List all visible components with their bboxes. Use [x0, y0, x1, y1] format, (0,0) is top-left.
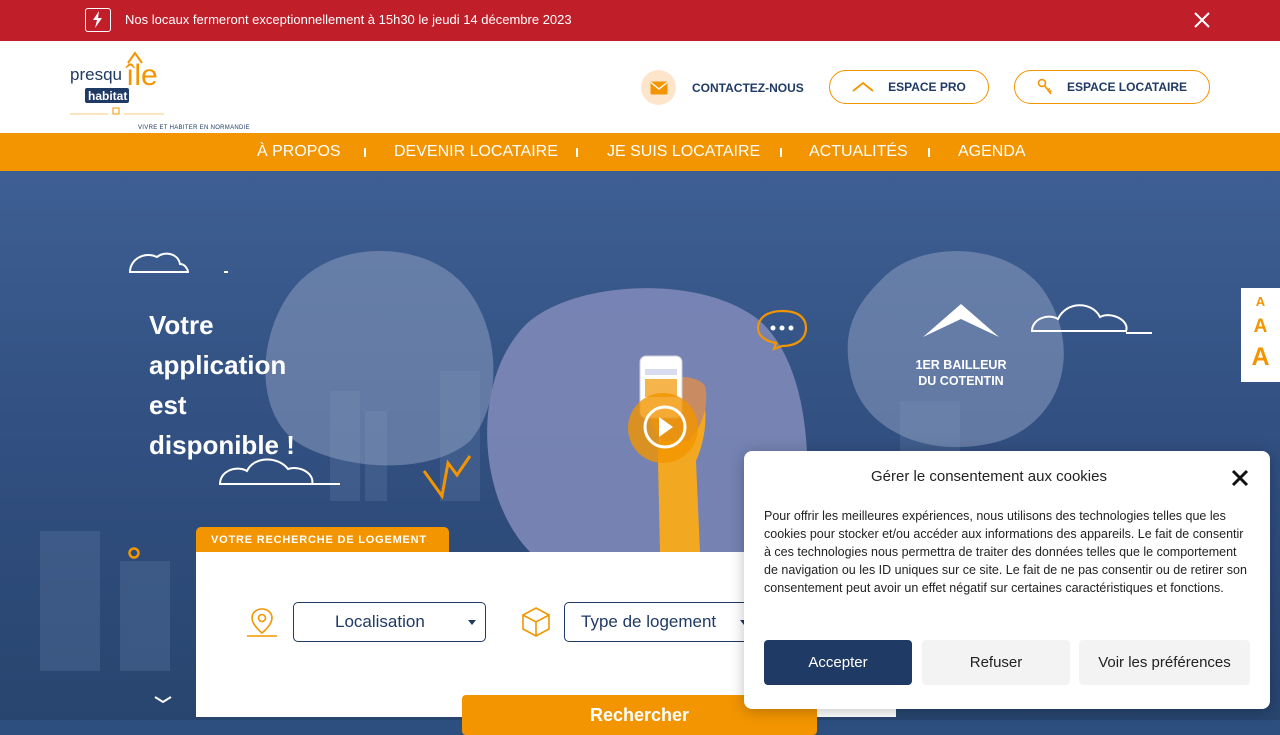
- preferences-button[interactable]: Voir les préférences: [1079, 640, 1250, 685]
- key-icon: [1037, 78, 1052, 95]
- envelope-icon: [641, 70, 676, 105]
- site-header: presqu île habitat VIVRE ET HABITER EN N…: [0, 41, 1280, 133]
- espace-locataire-button[interactable]: ESPACE LOCATAIRE: [1014, 70, 1210, 104]
- hero-title-line: application: [149, 350, 287, 380]
- nav-separator: [780, 148, 782, 157]
- hero-title-line: Votre: [149, 310, 214, 340]
- nav-separator: [364, 148, 366, 157]
- text-size-widget: A A A: [1241, 288, 1280, 382]
- location-value: Localisation: [335, 612, 425, 631]
- alert-text: Nos locaux fermeront exceptionnellement …: [125, 12, 572, 27]
- badge-line2: DU COTENTIN: [918, 374, 1003, 388]
- housing-type-value: Type de logement: [581, 612, 717, 631]
- refuse-button[interactable]: Refuser: [922, 640, 1070, 685]
- badge-line1: 1ER BAILLEUR: [916, 358, 1007, 372]
- nav-item-je-suis-locataire[interactable]: JE SUIS LOCATAIRE: [607, 143, 760, 161]
- cube-icon: [522, 607, 550, 637]
- text-size-small-button[interactable]: A: [1241, 294, 1280, 309]
- cookie-body: Pour offrir les meilleures expériences, …: [764, 509, 1247, 595]
- logo-tagline: VIVRE ET HABITER EN NORMANDIE: [138, 125, 250, 131]
- nav-separator: [928, 148, 930, 157]
- search-submit-label: Rechercher: [589, 705, 690, 725]
- chevron-down-icon: [468, 620, 476, 625]
- site-logo[interactable]: presqu île habitat VIVRE ET HABITER EN N…: [68, 49, 250, 131]
- svg-text:presqu: presqu: [70, 65, 122, 84]
- hero-title: Votre application est disponible !: [149, 305, 329, 465]
- close-icon[interactable]: [1231, 469, 1249, 487]
- map-pin-icon: [247, 608, 277, 637]
- alert-bar: Nos locaux fermeront exceptionnellement …: [0, 0, 1280, 41]
- location-select[interactable]: Localisation: [293, 602, 486, 642]
- contact-label: CONTACTEZ-NOUS: [692, 80, 804, 95]
- close-icon[interactable]: [1192, 10, 1212, 30]
- nav-item-a-propos[interactable]: À PROPOS: [257, 143, 341, 161]
- nav-item-agenda[interactable]: AGENDA: [958, 143, 1026, 161]
- text-size-medium-button[interactable]: A: [1241, 316, 1280, 338]
- espace-pro-button[interactable]: ESPACE PRO: [829, 70, 989, 104]
- housing-type-select[interactable]: Type de logement: [564, 602, 758, 642]
- cookie-consent-dialog: Gérer le consentement aux cookies Pour o…: [744, 451, 1270, 709]
- nav-item-actualites[interactable]: ACTUALITÉS: [809, 143, 908, 161]
- espace-pro-label: ESPACE PRO: [888, 80, 966, 94]
- nav-separator: [576, 148, 578, 157]
- lightning-icon: [85, 8, 111, 32]
- accept-button[interactable]: Accepter: [764, 640, 912, 685]
- text-size-large-button[interactable]: A: [1241, 343, 1280, 372]
- main-nav: À PROPOS DEVENIR LOCATAIRE JE SUIS LOCAT…: [0, 133, 1280, 171]
- contact-link[interactable]: CONTACTEZ-NOUS: [641, 70, 804, 105]
- hero-title-line: est: [149, 390, 187, 420]
- roof-icon: [852, 81, 874, 92]
- svg-text:île: île: [125, 59, 158, 92]
- nav-item-devenir-locataire[interactable]: DEVENIR LOCATAIRE: [394, 143, 558, 161]
- espace-locataire-label: ESPACE LOCATAIRE: [1066, 80, 1187, 94]
- cookie-title: Gérer le consentement aux cookies: [871, 468, 1107, 485]
- svg-text:habitat: habitat: [88, 89, 127, 103]
- hero-title-line: disponible !: [149, 430, 295, 460]
